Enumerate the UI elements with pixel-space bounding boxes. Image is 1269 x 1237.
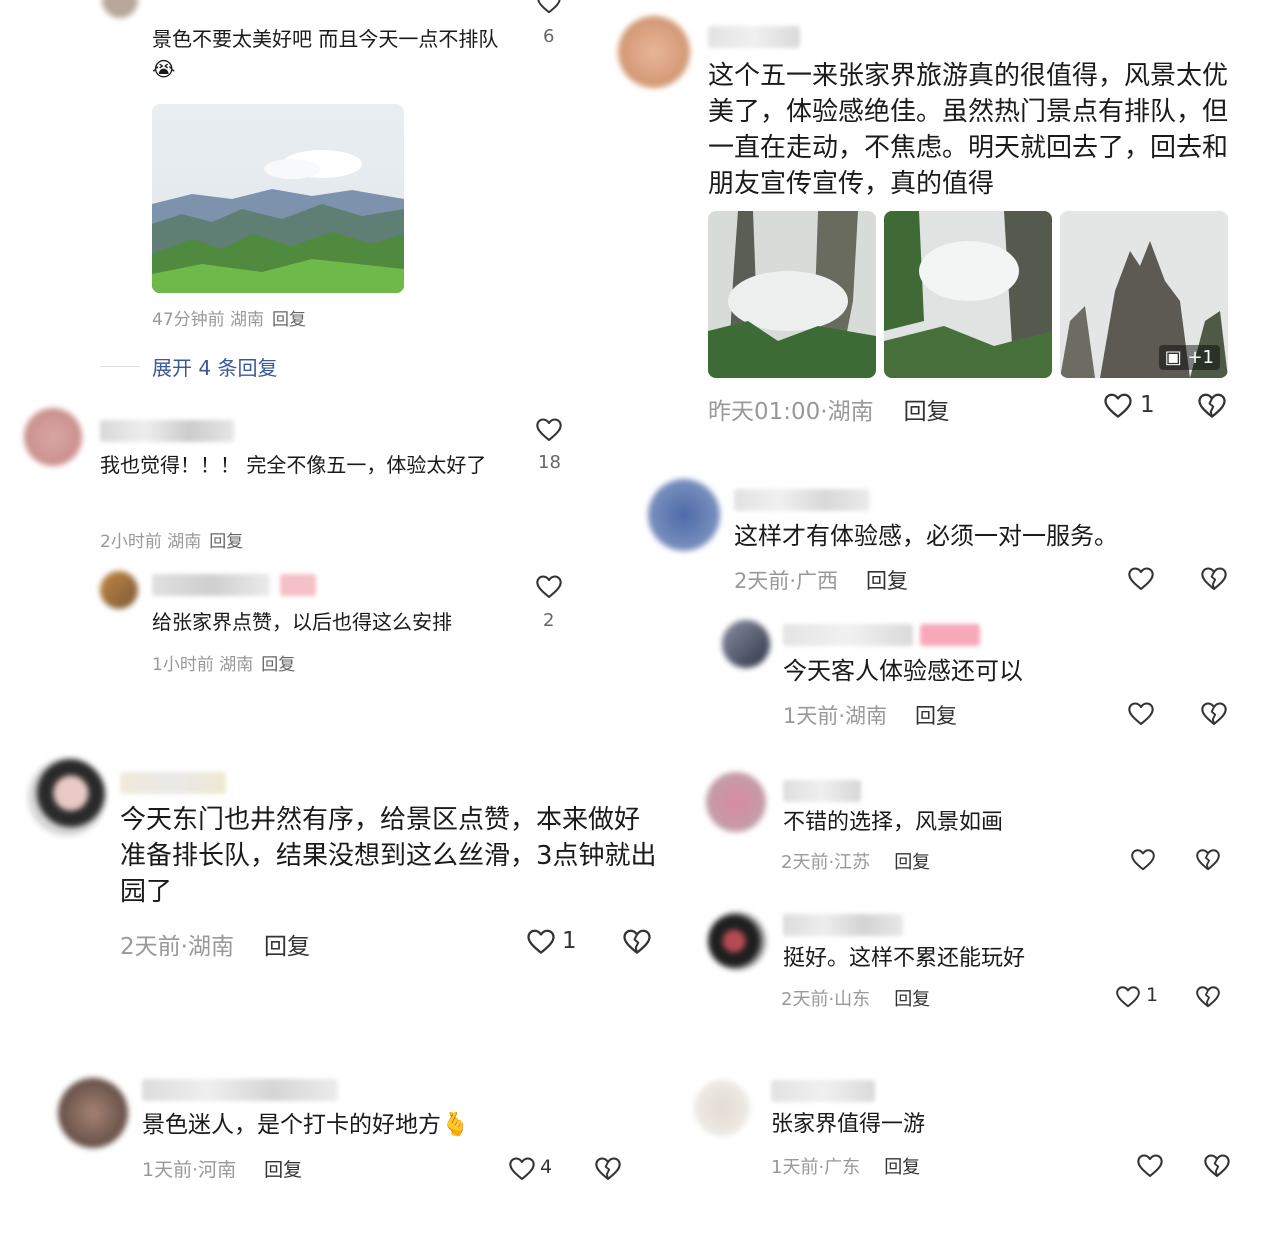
comment-text: 我也觉得！！！ 完全不像五一，体验太好了 <box>100 453 487 477</box>
comment-meta: 2天前·江苏 回复 <box>781 852 931 873</box>
reply-button[interactable]: 回复 <box>272 310 306 330</box>
comment-photo[interactable] <box>884 211 1052 378</box>
like-count: 4 <box>540 1156 553 1178</box>
comment-text: 不错的选择，风景如画 <box>783 810 1004 835</box>
user-badge <box>920 624 980 646</box>
avatar[interactable] <box>694 1080 750 1136</box>
comment-meta: 47分钟前 湖南 回复 <box>152 310 307 330</box>
reply-button[interactable]: 回复 <box>261 655 295 675</box>
username[interactable] <box>783 780 861 802</box>
like-count: 2 <box>543 610 555 631</box>
like-count: 1 <box>562 928 577 954</box>
username[interactable] <box>783 624 913 646</box>
username[interactable] <box>100 420 234 442</box>
like-count: 18 <box>538 452 561 473</box>
dislike-icon[interactable] <box>594 1155 622 1183</box>
heart-icon[interactable] <box>508 1155 536 1183</box>
reply-meta: 1天前·湖南 回复 <box>783 704 958 728</box>
user-badge <box>280 574 316 596</box>
comment-photo[interactable] <box>152 104 404 293</box>
reply-button[interactable]: 回复 <box>264 934 310 960</box>
comment-meta: 2天前·山东 回复 <box>781 989 931 1010</box>
dislike-icon[interactable] <box>1200 700 1228 728</box>
comment-text: 张家界值得一游 <box>771 1112 926 1137</box>
comment-meta: 2天前·广西 回复 <box>734 569 909 593</box>
comment-photo[interactable]: ▣ +1 <box>1060 211 1228 378</box>
expand-replies-link[interactable]: 展开 4 条回复 <box>152 352 277 381</box>
dislike-icon[interactable] <box>1195 847 1221 873</box>
username[interactable] <box>708 26 800 48</box>
heart-icon[interactable] <box>1136 1152 1164 1180</box>
reply-button[interactable]: 回复 <box>884 1157 920 1178</box>
reply-button[interactable]: 回复 <box>264 1159 302 1181</box>
reply-text: 给张家界点赞，以后也得这么安排 <box>152 610 452 634</box>
username[interactable] <box>771 1080 875 1102</box>
crying-emoji-icon: 😭 <box>152 57 176 81</box>
comment-text: 景色不要太美好吧 而且今天一点不排队😭 <box>152 27 499 81</box>
reply-button[interactable]: 回复 <box>915 704 957 728</box>
image-icon: ▣ <box>1164 347 1182 368</box>
dislike-icon[interactable] <box>1203 1152 1231 1180</box>
comment-text: 今天东门也井然有序，给景区点赞，本来做好准备排长队，结果没想到这么丝滑，3点钟就… <box>120 805 657 907</box>
comment-text: 挺好。这样不累还能玩好 <box>783 946 1026 971</box>
comment-text: 这样才有体验感，必须一对一服务。 <box>734 522 1118 550</box>
comment-photo[interactable] <box>708 211 876 378</box>
like-count: 6 <box>543 26 555 47</box>
avatar[interactable] <box>722 620 770 668</box>
reply-button[interactable]: 回复 <box>209 532 243 552</box>
more-photos-count: +1 <box>1187 347 1214 368</box>
username[interactable] <box>783 914 903 936</box>
avatar[interactable] <box>24 408 82 466</box>
like-count: 1 <box>1146 984 1159 1006</box>
reply-button[interactable]: 回复 <box>904 399 950 425</box>
reply-button[interactable]: 回复 <box>894 852 930 873</box>
comment-text: 景色迷人，是个打卡的好地方🫰 <box>142 1112 470 1138</box>
comment-meta: 昨天01:00·湖南 回复 <box>708 399 950 425</box>
avatar[interactable] <box>58 1078 128 1148</box>
comment-meta: 1天前·河南 回复 <box>142 1159 303 1181</box>
like-count: 1 <box>1140 392 1155 418</box>
heart-icon[interactable] <box>536 0 562 16</box>
avatar[interactable] <box>28 758 106 836</box>
dislike-icon[interactable] <box>1200 565 1228 593</box>
comment-meta: 2天前·湖南 回复 <box>120 934 310 960</box>
dislike-icon[interactable] <box>1195 984 1221 1010</box>
heart-icon[interactable] <box>535 573 563 601</box>
avatar[interactable] <box>708 912 766 970</box>
avatar[interactable] <box>102 0 138 18</box>
divider <box>100 366 140 367</box>
comment-meta: 1天前·广东 回复 <box>771 1157 921 1178</box>
reply-text: 今天客人体验感还可以 <box>783 657 1023 685</box>
comment-meta: 2小时前 湖南 回复 <box>100 532 244 552</box>
reply-button[interactable]: 回复 <box>894 989 930 1010</box>
heart-icon[interactable] <box>1127 700 1155 728</box>
heart-icon[interactable] <box>1103 391 1133 421</box>
username[interactable] <box>152 574 270 596</box>
finger-heart-emoji-icon: 🫰 <box>441 1112 470 1138</box>
more-photos-badge[interactable]: ▣ +1 <box>1158 345 1220 370</box>
dislike-icon[interactable] <box>1197 391 1227 421</box>
username[interactable] <box>734 489 870 511</box>
comment-text: 这个五一来张家界旅游真的很值得，风景太优美了，体验感绝佳。虽然热门景点有排队，但… <box>708 61 1229 199</box>
dislike-icon[interactable] <box>622 927 652 957</box>
avatar[interactable] <box>618 16 690 88</box>
avatar[interactable] <box>648 479 720 551</box>
reply-meta: 1小时前 湖南 回复 <box>152 655 296 675</box>
heart-icon[interactable] <box>1115 984 1141 1010</box>
reply-button[interactable]: 回复 <box>866 569 908 593</box>
username[interactable] <box>142 1079 338 1101</box>
username[interactable] <box>120 772 226 794</box>
avatar[interactable] <box>100 571 138 609</box>
heart-icon[interactable] <box>1127 565 1155 593</box>
avatar[interactable] <box>706 772 766 832</box>
heart-icon[interactable] <box>1130 847 1156 873</box>
heart-icon[interactable] <box>535 416 563 444</box>
heart-icon[interactable] <box>526 927 556 957</box>
